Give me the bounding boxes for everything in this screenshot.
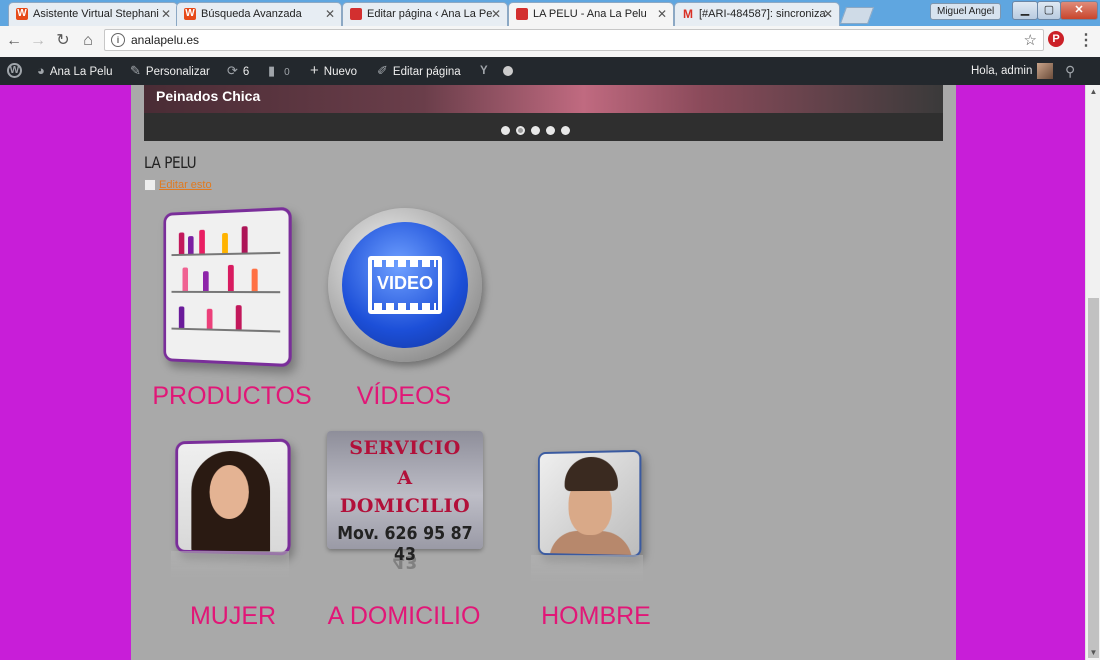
tile-label-hombre[interactable]: HOMBRE: [526, 602, 666, 631]
greeting-label: Hola, admin: [971, 65, 1033, 77]
video-button[interactable]: VIDEO: [328, 208, 482, 362]
pinterest-extension-icon[interactable]: P: [1048, 31, 1064, 47]
tile-label-productos[interactable]: PRODUCTOS: [147, 382, 317, 411]
tab-title: LA PELU - Ana La Pelu: [533, 8, 647, 20]
tab-title: Asistente Virtual Stephani: [33, 8, 159, 20]
new-label: Nuevo: [323, 66, 358, 78]
scroll-down-icon[interactable]: ▼: [1086, 646, 1100, 660]
man-image[interactable]: [537, 449, 642, 558]
slider-dot-active[interactable]: [516, 126, 525, 135]
avatar: [1037, 62, 1054, 79]
new-content-link[interactable]: + Nuevo: [310, 57, 357, 85]
browser-tab-gmail[interactable]: M [#ARI-484587]: sincroniza ✕: [674, 2, 840, 26]
scroll-up-icon[interactable]: ▲: [1086, 85, 1100, 99]
maximize-button[interactable]: ▢: [1037, 1, 1061, 20]
wordpress-logo-icon[interactable]: W: [7, 63, 22, 78]
back-icon[interactable]: ←: [4, 30, 24, 52]
slider-dot[interactable]: [531, 126, 540, 135]
forward-icon[interactable]: →: [28, 30, 48, 52]
woman-image[interactable]: [175, 438, 291, 556]
slider-dot[interactable]: [546, 126, 555, 135]
search-icon[interactable]: ⚲: [1065, 57, 1075, 85]
close-tab-icon[interactable]: ✕: [823, 3, 833, 25]
home-service-sign[interactable]: SERVICIO A DOMICILIO Mov. 626 95 87 43: [327, 431, 483, 565]
slider-pagination: [501, 122, 576, 135]
toolbar: ← → ↻ ⌂ i analapelu.es ☆: [0, 26, 1100, 58]
edit-page-link[interactable]: ✐ Editar página: [377, 57, 461, 85]
slide-image[interactable]: Peinados Chica: [144, 85, 943, 113]
profile-button[interactable]: Miguel Angel: [930, 3, 1002, 20]
url-text: analapelu.es: [131, 33, 200, 47]
tile-label-mujer[interactable]: MUJER: [168, 602, 298, 631]
wix-favicon-icon: W: [16, 8, 28, 20]
wix-favicon-icon: W: [184, 8, 196, 20]
page-content: Peinados Chica LA PELU Editar esto PRODU…: [131, 85, 956, 660]
film-icon: VIDEO: [368, 256, 442, 314]
tab-title: Editar página ‹ Ana La Pe: [367, 8, 493, 20]
home-icon[interactable]: ⌂: [78, 30, 98, 52]
comments-link[interactable]: ▮ 0: [268, 57, 290, 85]
comment-icon: ▮: [268, 63, 276, 78]
new-tab-button[interactable]: [839, 7, 875, 24]
scroll-thumb[interactable]: [1088, 298, 1099, 658]
edit-this-link[interactable]: Editar esto: [144, 179, 212, 192]
minimize-button[interactable]: ▁: [1012, 1, 1038, 20]
updates-icon: ⟳: [227, 63, 238, 78]
bookmark-star-icon[interactable]: ☆: [1024, 31, 1037, 49]
edit-link-label: Editar esto: [159, 179, 212, 191]
menu-icon[interactable]: ⋮: [1078, 30, 1094, 50]
edit-page-label: Editar página: [392, 66, 461, 78]
browser-tab-asistente[interactable]: W Asistente Virtual Stephani ✕: [8, 2, 178, 26]
tile-label-videos[interactable]: VÍDEOS: [329, 382, 479, 411]
slider-dot[interactable]: [501, 126, 510, 135]
address-bar[interactable]: i analapelu.es ☆: [104, 29, 1044, 51]
customize-link[interactable]: ✎ Personalizar: [130, 57, 210, 85]
plus-icon: +: [310, 62, 319, 79]
tile-label-domicilio[interactable]: A DOMICILIO: [321, 602, 487, 631]
tab-strip: W Asistente Virtual Stephani ✕ W Búsqued…: [0, 0, 1100, 26]
dashboard-icon: ◕: [37, 63, 45, 78]
browser-tab-editar[interactable]: Editar página ‹ Ana La Pe ✕: [342, 2, 508, 26]
sign-line: A: [397, 467, 413, 489]
comments-count: 0: [284, 67, 290, 78]
site-name-link[interactable]: ◕ Ana La Pelu: [37, 57, 113, 85]
tab-title: [#ARI-484587]: sincroniza: [699, 8, 826, 20]
yoast-seo-icon[interactable]: Y: [480, 57, 488, 85]
video-button-text: VIDEO: [376, 273, 433, 293]
seo-status-dot-icon: [503, 66, 513, 76]
my-account-link[interactable]: Hola, admin: [971, 57, 1054, 85]
updates-link[interactable]: ⟳ 6: [227, 57, 249, 85]
slider-dot[interactable]: [561, 126, 570, 135]
gmail-favicon-icon: M: [683, 7, 693, 21]
brush-icon: ✎: [130, 63, 141, 78]
sign-line: DOMICILIO: [339, 495, 471, 517]
wp-admin-bar: W ◕ Ana La Pelu ✎ Personalizar ⟳ 6 ▮ 0 + Nuev…: [0, 57, 1100, 85]
sign-line: SERVICIO: [349, 437, 461, 459]
reload-icon[interactable]: ↻: [53, 30, 73, 52]
woman-reflection: [171, 551, 289, 579]
close-tab-icon[interactable]: ✕: [161, 3, 171, 25]
browser-tab-busqueda[interactable]: W Búsqueda Avanzada ✕: [176, 2, 342, 26]
image-slider: Peinados Chica: [144, 85, 943, 141]
products-image[interactable]: [163, 206, 292, 368]
pencil-icon: ✐: [377, 63, 388, 78]
window-close-button[interactable]: ✕: [1060, 1, 1098, 20]
close-tab-icon[interactable]: ✕: [325, 3, 335, 25]
scrollbar[interactable]: ▲ ▼: [1085, 85, 1100, 660]
site-favicon-icon: [350, 8, 362, 20]
info-icon[interactable]: i: [111, 33, 125, 47]
site-favicon-icon: [516, 8, 528, 20]
slide-caption: Peinados Chica: [156, 88, 261, 104]
updates-count: 6: [242, 66, 250, 78]
page-title: LA PELU: [144, 153, 197, 172]
man-reflection: [531, 555, 643, 583]
close-tab-icon[interactable]: ✕: [491, 3, 501, 25]
site-name-label: Ana La Pelu: [49, 66, 113, 78]
customize-label: Personalizar: [145, 66, 210, 78]
browser-tab-lapelu[interactable]: LA PELU - Ana La Pelu ✕: [508, 2, 674, 26]
sign-reflection: Mov. 626 95 87 43: [328, 551, 482, 573]
close-tab-icon[interactable]: ✕: [657, 3, 667, 25]
tab-title: Búsqueda Avanzada: [201, 8, 302, 20]
broken-image-icon: [144, 179, 156, 192]
